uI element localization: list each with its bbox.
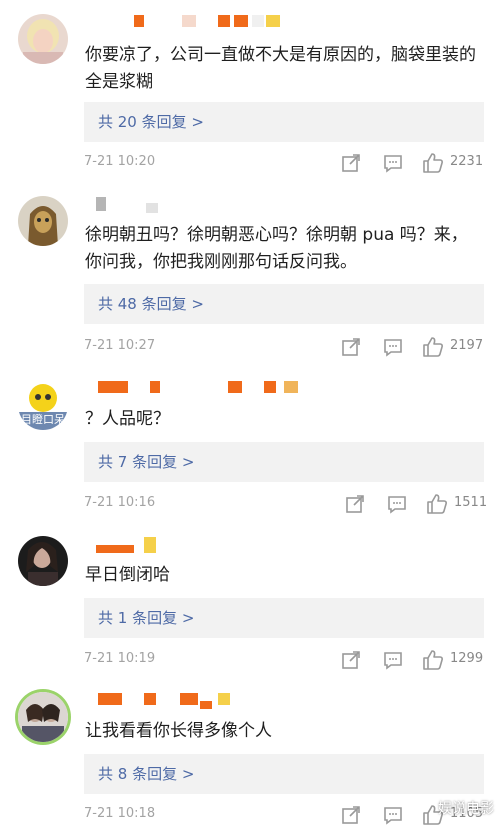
timestamp: 7-21 10:16 <box>84 495 156 510</box>
comment-meta: 7-21 10:19 1299 <box>84 647 484 673</box>
view-replies-button[interactable]: 共 48 条回复 > <box>84 284 484 324</box>
like-icon[interactable] <box>422 336 444 358</box>
avatar-photo-dark <box>18 536 68 586</box>
username-redacted[interactable] <box>88 693 318 709</box>
like-icon[interactable] <box>426 493 448 515</box>
timestamp: 7-21 10:20 <box>84 154 156 169</box>
comment-icon[interactable] <box>382 336 404 358</box>
share-icon[interactable] <box>340 804 362 826</box>
avatar[interactable] <box>18 196 68 246</box>
avatar-mask <box>18 196 68 246</box>
view-replies-button[interactable]: 共 8 条回复 > <box>84 754 484 794</box>
comment-text: ？人品呢？ <box>85 409 170 429</box>
view-replies-button[interactable]: 共 1 条回复 > <box>84 598 484 638</box>
like-count: 2197 <box>450 338 484 353</box>
like-count: 2231 <box>450 154 484 169</box>
avatar-photo-blonde <box>18 14 68 64</box>
comment-icon[interactable] <box>382 804 404 826</box>
like-count: 1511 <box>454 495 488 510</box>
comment-text: 让我看看你长得多像个人 <box>85 721 272 741</box>
comment-text: 早日倒闭哈 <box>85 565 170 585</box>
view-replies-button[interactable]: 共 20 条回复 > <box>84 102 484 142</box>
comment-meta: 7-21 10:27 2197 <box>84 334 484 360</box>
avatar-caption: 目瞪口呆 <box>21 413 65 426</box>
comment-meta: 7-21 10:16 1511 <box>84 491 488 517</box>
comment-text: 徐明朝丑吗？徐明朝恶心吗？徐明朝 pua 吗？来，你问我，你把我刚刚那句话反问我… <box>85 225 468 272</box>
share-icon[interactable] <box>340 336 362 358</box>
username-redacted[interactable] <box>88 537 318 553</box>
view-replies-button[interactable]: 共 7 条回复 > <box>84 442 484 482</box>
username-redacted[interactable] <box>88 15 318 31</box>
like-icon[interactable] <box>422 152 444 174</box>
avatar-photo-group <box>18 692 68 742</box>
comment-icon[interactable] <box>386 493 408 515</box>
avatar[interactable] <box>18 692 68 742</box>
comment-icon[interactable] <box>382 649 404 671</box>
comment-text: 你要凉了，公司一直做不大是有原因的，脑袋里装的全是浆糊 <box>85 45 476 92</box>
like-count: 1299 <box>450 651 484 666</box>
avatar[interactable]: 目瞪口呆 <box>18 380 68 430</box>
share-icon[interactable] <box>344 493 366 515</box>
timestamp: 7-21 10:19 <box>84 651 156 666</box>
watermark: 娱说电影 <box>438 801 494 817</box>
timestamp: 7-21 10:18 <box>84 806 156 821</box>
comment-meta: 7-21 10:18 1105 <box>84 802 484 828</box>
share-icon[interactable] <box>340 152 362 174</box>
share-icon[interactable] <box>340 649 362 671</box>
username-redacted[interactable] <box>88 381 318 397</box>
avatar[interactable] <box>18 536 68 586</box>
comment-icon[interactable] <box>382 152 404 174</box>
comment-meta: 7-21 10:20 2231 <box>84 150 484 176</box>
timestamp: 7-21 10:27 <box>84 338 156 353</box>
avatar[interactable] <box>18 14 68 64</box>
like-icon[interactable] <box>422 649 444 671</box>
username-redacted[interactable] <box>88 197 318 213</box>
